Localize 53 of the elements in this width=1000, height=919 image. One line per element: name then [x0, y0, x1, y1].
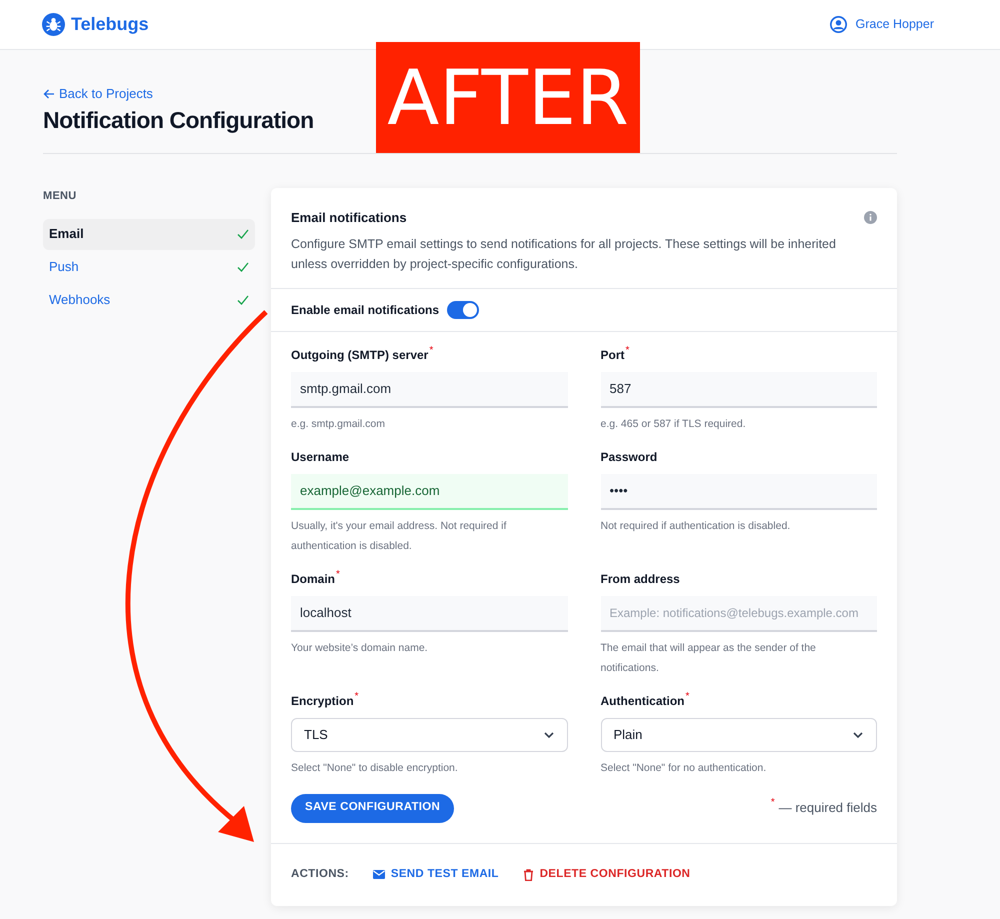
- input-field[interactable]: smtp.gmail.com: [291, 372, 568, 408]
- card-title: Email notifications: [291, 209, 407, 227]
- select-field[interactable]: Plain: [600, 718, 877, 752]
- trash-icon: [522, 868, 534, 880]
- annotation-banner: AFTER: [376, 42, 640, 153]
- required-note: — required fields: [778, 799, 877, 818]
- user-avatar-icon: [830, 16, 848, 33]
- menu-heading: MENU: [43, 189, 78, 204]
- required-mark: *: [336, 570, 340, 580]
- required-mark: *: [626, 346, 630, 356]
- toggle-label: Enable email notifications: [291, 302, 440, 318]
- field-label: Port: [600, 346, 624, 364]
- field-label: From address: [600, 570, 680, 588]
- field-hint: e.g. smtp.gmail.com: [291, 416, 386, 432]
- send-test-link[interactable]: SEND TEST EMAIL: [372, 866, 499, 884]
- required-mark: *: [429, 346, 434, 356]
- save-button[interactable]: SAVE CONFIGURATION: [291, 794, 454, 822]
- field-label: Username: [291, 448, 350, 466]
- user-name-link[interactable]: Grace Hopper: [855, 15, 934, 34]
- input-field[interactable]: ••••: [600, 474, 877, 510]
- card-description: Configure SMTP email settings to send notifications for all projects. These settings will be inherited unless overridden by project-specific configurations.: [291, 236, 837, 273]
- required-mark: *: [686, 692, 690, 702]
- brand-name[interactable]: Telebugs: [71, 11, 149, 38]
- select-field[interactable]: TLS: [291, 718, 568, 752]
- field-label: Domain: [291, 570, 336, 588]
- field-label: Encryption: [291, 692, 354, 710]
- field-hint: Not required if authentication is disabled.: [600, 518, 792, 534]
- envelope-icon: [372, 870, 385, 879]
- field-hint: Select "None" to disable encryption.: [291, 760, 459, 776]
- bug-logo-icon: [42, 13, 65, 36]
- required-mark: *: [354, 692, 359, 702]
- field-hint: Select "None" for no authentication.: [600, 760, 768, 776]
- arrow-left-icon: [43, 88, 55, 100]
- field-hint: The email that will appear as the sender of the notifications.: [600, 640, 817, 676]
- input-field[interactable]: 587: [600, 372, 877, 408]
- field-hint: e.g. 465 or 587 if TLS required.: [600, 416, 747, 432]
- menu-item[interactable]: Push: [43, 252, 255, 282]
- field-label: Password: [600, 448, 658, 466]
- page-title: Notification Configuration: [43, 106, 315, 135]
- menu-item[interactable]: Email: [43, 218, 255, 250]
- required-mark: *: [770, 798, 775, 808]
- field-hint: Usually, it's your email address. Not required if authentication is disabled.: [291, 518, 508, 554]
- delete-link[interactable]: DELETE CONFIGURATION: [522, 866, 690, 884]
- field-label: Outgoing (SMTP) server: [291, 346, 428, 364]
- field-hint: Your website’s domain name.: [291, 640, 429, 656]
- actions-label: ACTIONS:: [291, 866, 349, 882]
- info-icon[interactable]: [864, 211, 877, 224]
- input-field[interactable]: Example: notifications@telebugs.example.com: [600, 596, 877, 632]
- input-field[interactable]: example@example.com: [291, 474, 568, 510]
- field-label: Authentication: [600, 692, 684, 710]
- toggle-switch[interactable]: [447, 300, 480, 318]
- input-field[interactable]: localhost: [291, 596, 568, 632]
- menu-item[interactable]: Webhooks: [43, 284, 255, 316]
